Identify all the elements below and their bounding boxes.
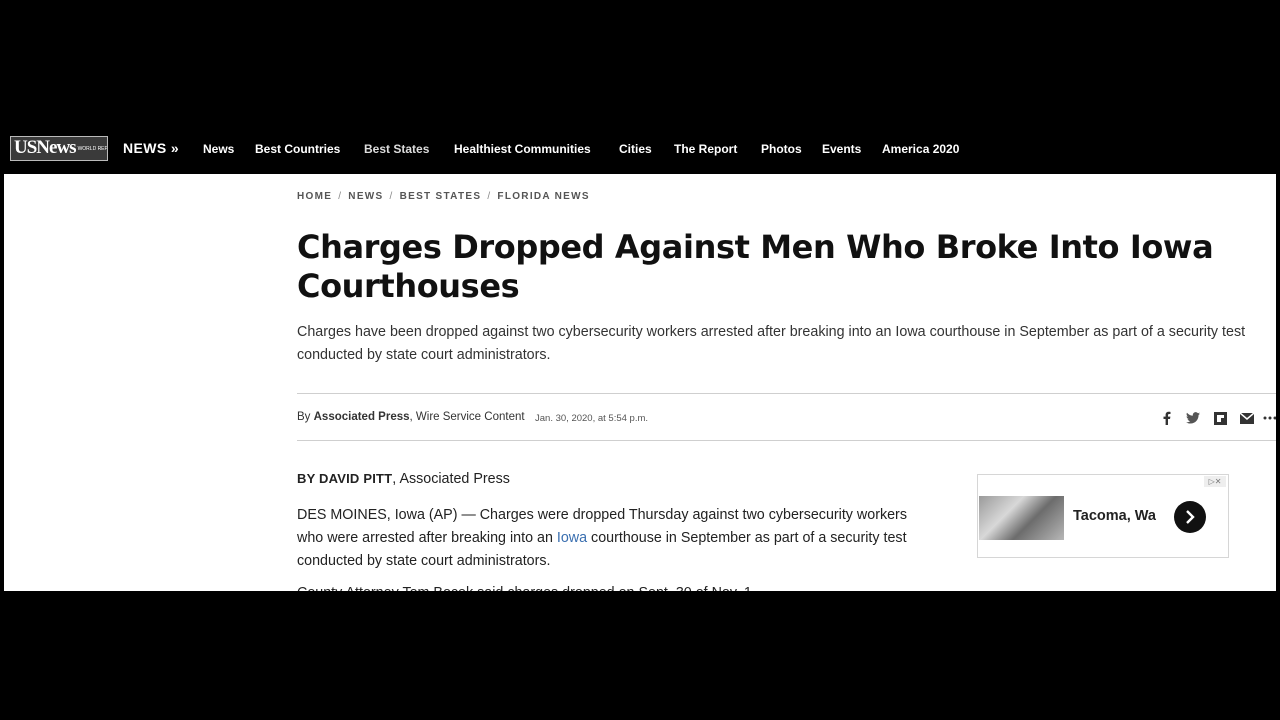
logo-text: USNews (14, 137, 77, 158)
byline-type: , Wire Service Content (409, 411, 525, 423)
article-summary: Charges have been dropped against two cy… (297, 324, 1246, 363)
nav-item-events[interactable]: Events (822, 142, 861, 156)
article-paragraph: DES MOINES, Iowa (AP) — Charges were dro… (297, 504, 937, 573)
breadcrumb-separator: / (389, 191, 394, 202)
chevron-right-icon[interactable] (1174, 501, 1206, 533)
article-date: Jan. 30, 2020, at 5:54 p.m. (535, 413, 649, 424)
nav-item-the-report[interactable]: The Report (674, 142, 737, 156)
usnews-logo[interactable]: USNewsWORLD REPORT (10, 136, 108, 161)
screen: USNewsWORLD REPORT NEWS » News Best Coun… (0, 0, 1280, 720)
iowa-link[interactable]: Iowa (557, 530, 587, 546)
author-org: , Associated Press (392, 471, 510, 487)
flipboard-icon[interactable] (1212, 410, 1228, 426)
nav-item-best-countries[interactable]: Best Countries (255, 142, 340, 156)
nav-item-cities[interactable]: Cities (619, 142, 652, 156)
nav-item-best-states[interactable]: Best States (364, 142, 429, 156)
breadcrumb-separator: / (338, 191, 343, 202)
breadcrumb-home[interactable]: HOME (297, 191, 332, 202)
breadcrumb-separator: / (487, 191, 492, 202)
breadcrumb: HOME / NEWS / BEST STATES / FLORIDA NEWS (297, 191, 590, 202)
article-author: BY DAVID PITT, Associated Press (297, 471, 510, 487)
divider (297, 440, 1276, 441)
nav-section-news[interactable]: NEWS » (123, 140, 179, 156)
nav-item-healthiest-communities[interactable]: Healthiest Communities (454, 142, 591, 156)
divider (297, 393, 1276, 394)
facebook-icon[interactable] (1159, 410, 1175, 426)
breadcrumb-news[interactable]: NEWS (348, 191, 383, 202)
twitter-icon[interactable] (1185, 410, 1201, 426)
breadcrumb-florida-news[interactable]: FLORIDA NEWS (497, 191, 589, 202)
byline-source-link[interactable]: Associated Press (314, 411, 410, 423)
nav-item-photos[interactable]: Photos (761, 142, 802, 156)
article-paragraph-cutoff: County Attorney Tom Bocek said charges d… (297, 582, 937, 591)
logo-tagline: WORLD REPORT (77, 145, 108, 152)
author-name: BY DAVID PITT (297, 471, 393, 486)
ad-image[interactable] (979, 496, 1064, 540)
more-icon[interactable] (1262, 410, 1276, 426)
email-icon[interactable] (1239, 410, 1255, 426)
article-page: HOME / NEWS / BEST STATES / FLORIDA NEWS Charg… (4, 174, 1276, 591)
byline-prefix: By (297, 411, 314, 423)
top-navigation: USNewsWORLD REPORT NEWS » News Best Coun… (0, 126, 1280, 172)
nav-item-news[interactable]: News (203, 142, 234, 156)
article-byline: By Associated Press, Wire Service Conten… (297, 411, 525, 423)
ad-text[interactable]: Tacoma, Wa (1073, 508, 1156, 524)
article-headline: Charges Dropped Against Men Who Broke In… (297, 228, 1214, 305)
ad-choices-icon[interactable]: ▷✕ (1204, 476, 1226, 487)
nav-item-america-2020[interactable]: America 2020 (882, 142, 959, 156)
advertisement[interactable]: ▷✕ Tacoma, Wa (977, 474, 1229, 558)
breadcrumb-best-states[interactable]: BEST STATES (400, 191, 482, 202)
